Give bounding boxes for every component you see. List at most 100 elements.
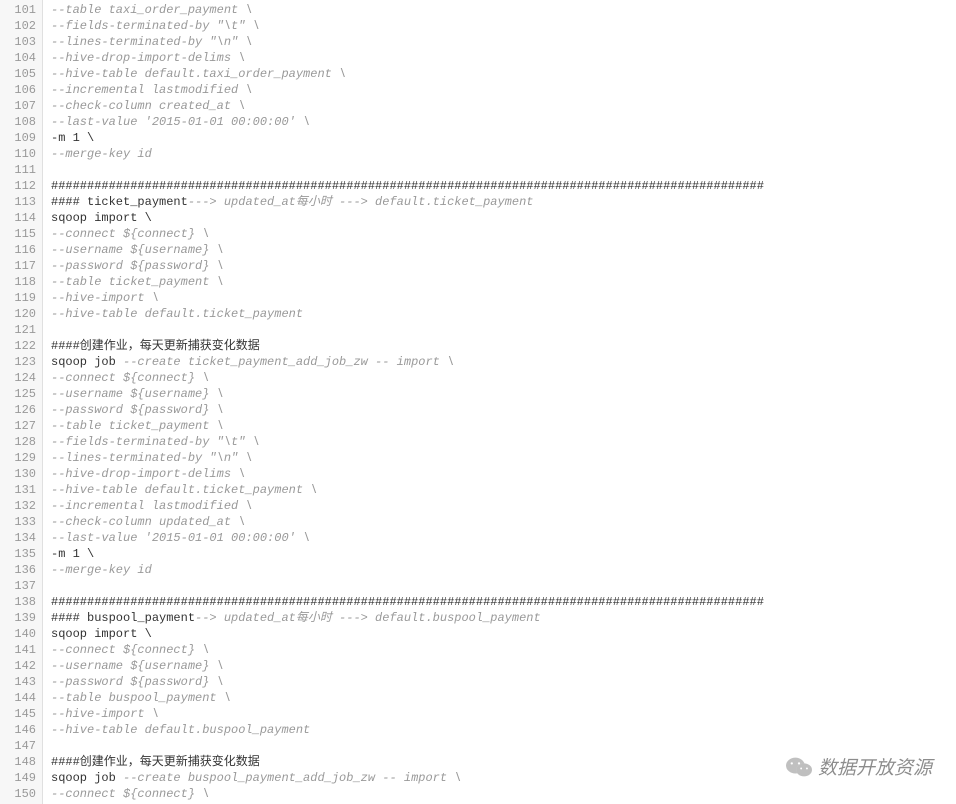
code-line: --table ticket_payment \: [51, 418, 956, 434]
line-number: 117: [4, 258, 36, 274]
code-line: --hive-import \: [51, 706, 956, 722]
code-line: --check-column created_at \: [51, 98, 956, 114]
code-line: --hive-table default.ticket_payment \: [51, 482, 956, 498]
comment-text: --hive-table default.ticket_payment: [51, 307, 303, 321]
line-number: 146: [4, 722, 36, 738]
line-number: 127: [4, 418, 36, 434]
comment-text: --last-value '2015-01-01 00:00:00' \: [51, 531, 310, 545]
line-number: 130: [4, 466, 36, 482]
line-number: 124: [4, 370, 36, 386]
comment-text: --connect ${connect} \: [51, 227, 209, 241]
code-line: -m 1 \: [51, 130, 956, 146]
code-line: sqoop job --create ticket_payment_add_jo…: [51, 354, 956, 370]
code-line: --connect ${connect} \: [51, 786, 956, 802]
code-line: --lines-terminated-by "\n" \: [51, 450, 956, 466]
code-line: sqoop import \: [51, 210, 956, 226]
code-line: -m 1 \: [51, 546, 956, 562]
comment-text: --check-column updated_at \: [51, 515, 245, 529]
line-number: 121: [4, 322, 36, 338]
code-line: --table taxi_order_payment \: [51, 2, 956, 18]
line-number: 137: [4, 578, 36, 594]
code-line: ####创建作业，每天更新捕获变化数据: [51, 338, 956, 354]
comment-text: --username ${username} \: [51, 387, 224, 401]
code-line: --password ${password} \: [51, 258, 956, 274]
comment-text: --hive-table default.taxi_order_payment …: [51, 67, 346, 81]
comment-text: --table ticket_payment \: [51, 419, 224, 433]
code-line: [51, 578, 956, 594]
code-line: --connect ${connect} \: [51, 226, 956, 242]
code-line: --hive-table default.ticket_payment: [51, 306, 956, 322]
comment-text: --create buspool_payment_add_job_zw -- i…: [123, 771, 461, 785]
line-number: 139: [4, 610, 36, 626]
code-line: sqoop job --create buspool_payment_add_j…: [51, 770, 956, 786]
line-number: 110: [4, 146, 36, 162]
comment-text: ---> updated_at每小时 ---> default.ticket_p…: [188, 195, 534, 209]
hash-text: ####创建作业，每天更新捕获变化数据: [51, 339, 260, 353]
hash-text: ########################################…: [51, 595, 764, 609]
line-number: 115: [4, 226, 36, 242]
code-line: --table buspool_payment \: [51, 690, 956, 706]
comment-text: --lines-terminated-by "\n" \: [51, 451, 253, 465]
comment-text: --fields-terminated-by "\t" \: [51, 435, 260, 449]
line-number: 129: [4, 450, 36, 466]
code-line: --check-column updated_at \: [51, 514, 956, 530]
line-number: 123: [4, 354, 36, 370]
comment-text: --password ${password} \: [51, 675, 224, 689]
line-number: 103: [4, 34, 36, 50]
code-line: --username ${username} \: [51, 386, 956, 402]
line-number: 126: [4, 402, 36, 418]
code-line: --merge-key id: [51, 146, 956, 162]
code-text: -m 1 \: [51, 131, 94, 145]
code-editor: 1011021031041051061071081091101111121131…: [0, 0, 956, 804]
line-number: 114: [4, 210, 36, 226]
code-line: #### buspool_payment--> updated_at每小时 --…: [51, 610, 956, 626]
line-number: 113: [4, 194, 36, 210]
line-number: 116: [4, 242, 36, 258]
code-line: --incremental lastmodified \: [51, 498, 956, 514]
comment-text: --password ${password} \: [51, 403, 224, 417]
code-line: --table ticket_payment \: [51, 274, 956, 290]
code-line: --fields-terminated-by "\t" \: [51, 18, 956, 34]
comment-text: --connect ${connect} \: [51, 787, 209, 801]
line-number: 102: [4, 18, 36, 34]
line-number: 118: [4, 274, 36, 290]
code-line: #### ticket_payment---> updated_at每小时 --…: [51, 194, 956, 210]
line-number: 108: [4, 114, 36, 130]
comment-text: --username ${username} \: [51, 659, 224, 673]
comment-text: --merge-key id: [51, 147, 152, 161]
hash-text: ####创建作业，每天更新捕获变化数据: [51, 755, 260, 769]
code-line: --last-value '2015-01-01 00:00:00' \: [51, 114, 956, 130]
comment-text: --hive-import \: [51, 707, 159, 721]
comment-text: --connect ${connect} \: [51, 643, 209, 657]
comment-text: --hive-import \: [51, 291, 159, 305]
line-number-gutter: 1011021031041051061071081091101111121131…: [0, 0, 43, 804]
line-number: 125: [4, 386, 36, 402]
code-line: --username ${username} \: [51, 242, 956, 258]
code-line: sqoop import \: [51, 626, 956, 642]
code-text: -m 1 \: [51, 547, 94, 561]
line-number: 105: [4, 66, 36, 82]
code-line: --last-value '2015-01-01 00:00:00' \: [51, 530, 956, 546]
comment-text: --last-value '2015-01-01 00:00:00' \: [51, 115, 310, 129]
line-number: 134: [4, 530, 36, 546]
line-number: 132: [4, 498, 36, 514]
code-line: [51, 162, 956, 178]
line-number: 147: [4, 738, 36, 754]
code-area[interactable]: --table taxi_order_payment \--fields-ter…: [43, 0, 956, 804]
hash-text: #### buspool_payment: [51, 611, 195, 625]
line-number: 109: [4, 130, 36, 146]
code-line: --hive-table default.buspool_payment: [51, 722, 956, 738]
comment-text: --connect ${connect} \: [51, 371, 209, 385]
code-line: --connect ${connect} \: [51, 370, 956, 386]
line-number: 142: [4, 658, 36, 674]
comment-text: --incremental lastmodified \: [51, 83, 253, 97]
code-line: --hive-drop-import-delims \: [51, 466, 956, 482]
line-number: 148: [4, 754, 36, 770]
line-number: 122: [4, 338, 36, 354]
code-line: --username ${username} \: [51, 658, 956, 674]
comment-text: --username ${username} \: [51, 243, 224, 257]
line-number: 111: [4, 162, 36, 178]
code-line: --lines-terminated-by "\n" \: [51, 34, 956, 50]
line-number: 101: [4, 2, 36, 18]
code-line: [51, 322, 956, 338]
